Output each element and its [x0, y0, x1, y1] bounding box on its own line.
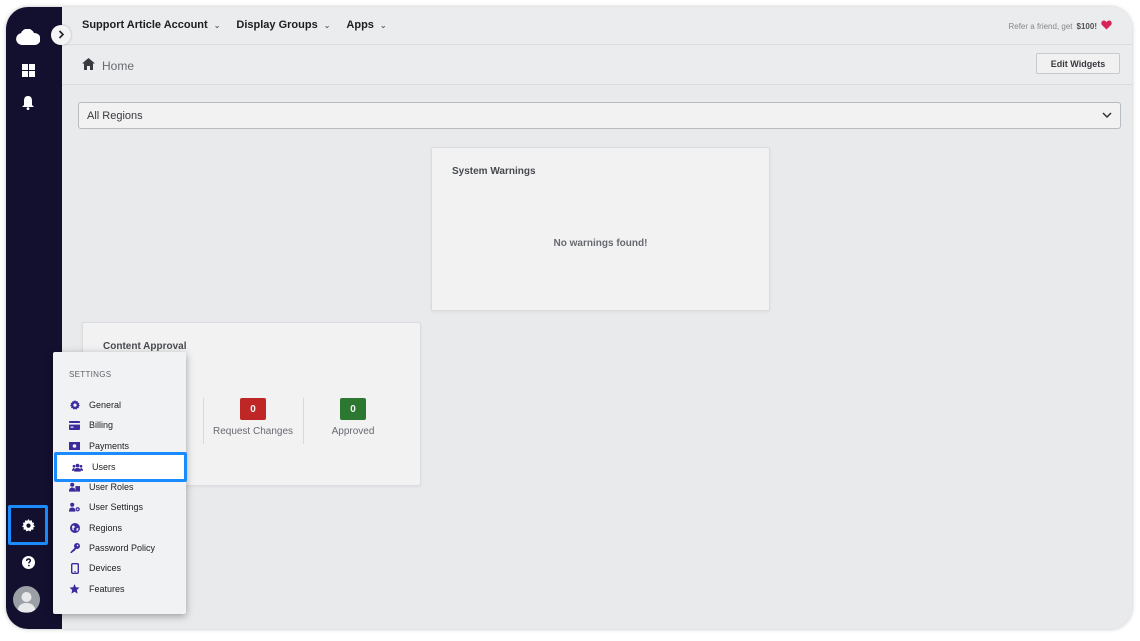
menu-item-label: Regions — [89, 523, 123, 533]
gear-icon — [18, 515, 38, 535]
system-warnings-title: System Warnings — [452, 166, 536, 177]
bell-icon[interactable] — [15, 90, 41, 116]
apps-menu-label: Apps — [346, 19, 374, 31]
tablet-icon — [69, 562, 80, 574]
menu-item-billing[interactable]: Billing — [69, 416, 113, 434]
account-menu[interactable]: Support Article Account ⌄ — [82, 19, 220, 31]
referral-link[interactable]: Refer a friend, get $100! — [1008, 20, 1112, 32]
top-bar: Support Article Account ⌄ Display Groups… — [62, 7, 1132, 45]
chevron-down-icon — [1102, 110, 1112, 122]
modal-dim-overlay — [62, 7, 1132, 629]
star-icon — [69, 584, 80, 595]
menu-item-devices[interactable]: Devices — [69, 559, 121, 577]
breadcrumb-home: Home — [102, 58, 135, 73]
settings-menu-heading: SETTINGS — [69, 370, 112, 379]
region-select[interactable]: All Regions — [78, 102, 1121, 129]
system-warnings-card: System Warnings No warnings found! — [431, 147, 770, 311]
display-groups-menu-label: Display Groups — [236, 19, 318, 31]
display-groups-menu[interactable]: Display Groups ⌄ — [236, 19, 330, 31]
menu-item-users[interactable]: Users — [54, 452, 187, 482]
chevron-down-icon: ⌄ — [323, 20, 331, 30]
chevron-right-icon — [58, 26, 65, 44]
dashboard-icon[interactable] — [15, 57, 41, 83]
apps-menu[interactable]: Apps ⌄ — [346, 19, 386, 31]
menu-item-label: Payments — [89, 441, 130, 451]
edit-widgets-button[interactable]: Edit Widgets — [1036, 53, 1120, 74]
heart-icon — [1101, 20, 1112, 32]
menu-item-features[interactable]: Features — [69, 580, 125, 598]
content-approval-title: Content Approval — [103, 341, 187, 352]
app-window: Support Article Account ⌄ Display Groups… — [6, 7, 1132, 629]
chevron-down-icon: ⌄ — [213, 20, 221, 30]
request-changes-stat[interactable]: 0 Request Changes — [203, 398, 303, 437]
menu-item-label: User Roles — [89, 482, 134, 492]
region-select-value: All Regions — [87, 109, 143, 122]
user-roles-icon — [69, 481, 80, 492]
money-icon — [69, 441, 80, 452]
users-icon — [72, 462, 83, 473]
cloud-logo-icon[interactable] — [15, 24, 41, 50]
key-icon — [69, 543, 80, 554]
settings-nav-button[interactable] — [8, 505, 48, 545]
approved-label: Approved — [331, 426, 375, 437]
menu-item-label: General — [89, 400, 122, 410]
globe-icon — [69, 523, 80, 534]
no-warnings-message: No warnings found! — [553, 238, 648, 249]
help-icon[interactable] — [15, 549, 41, 575]
approved-stat[interactable]: 0 Approved — [303, 398, 403, 437]
menu-item-regions[interactable]: Regions — [69, 519, 122, 537]
menu-item-label: Users — [92, 462, 116, 472]
home-icon — [82, 58, 95, 73]
avatar[interactable] — [13, 586, 40, 613]
referral-amount: $100! — [1076, 21, 1097, 31]
breadcrumb[interactable]: Home — [82, 58, 134, 73]
menu-item-label: Billing — [89, 420, 114, 430]
chevron-down-icon: ⌄ — [379, 20, 387, 30]
breadcrumb-bar: Home Edit Widgets — [62, 45, 1132, 85]
settings-menu: SETTINGS General Billing Payments Users — [53, 352, 187, 614]
menu-item-label: Devices — [89, 563, 122, 573]
credit-card-icon — [69, 420, 80, 431]
top-nav: Support Article Account ⌄ Display Groups… — [82, 19, 387, 31]
gear-icon — [69, 400, 80, 411]
menu-item-password-policy[interactable]: Password Policy — [69, 539, 155, 557]
request-changes-count: 0 — [240, 398, 266, 420]
menu-item-label: Features — [89, 584, 125, 594]
referral-text: Refer a friend, get — [1008, 21, 1073, 31]
menu-item-user-settings[interactable]: User Settings — [69, 498, 143, 516]
user-settings-icon — [69, 502, 80, 513]
menu-item-label: Password Policy — [89, 543, 156, 553]
menu-item-general[interactable]: General — [69, 396, 121, 414]
request-changes-label: Request Changes — [212, 426, 294, 437]
account-menu-label: Support Article Account — [82, 19, 208, 31]
menu-item-label: User Settings — [89, 502, 144, 512]
approved-count: 0 — [340, 398, 366, 420]
sidebar-collapse-toggle[interactable] — [51, 25, 71, 45]
